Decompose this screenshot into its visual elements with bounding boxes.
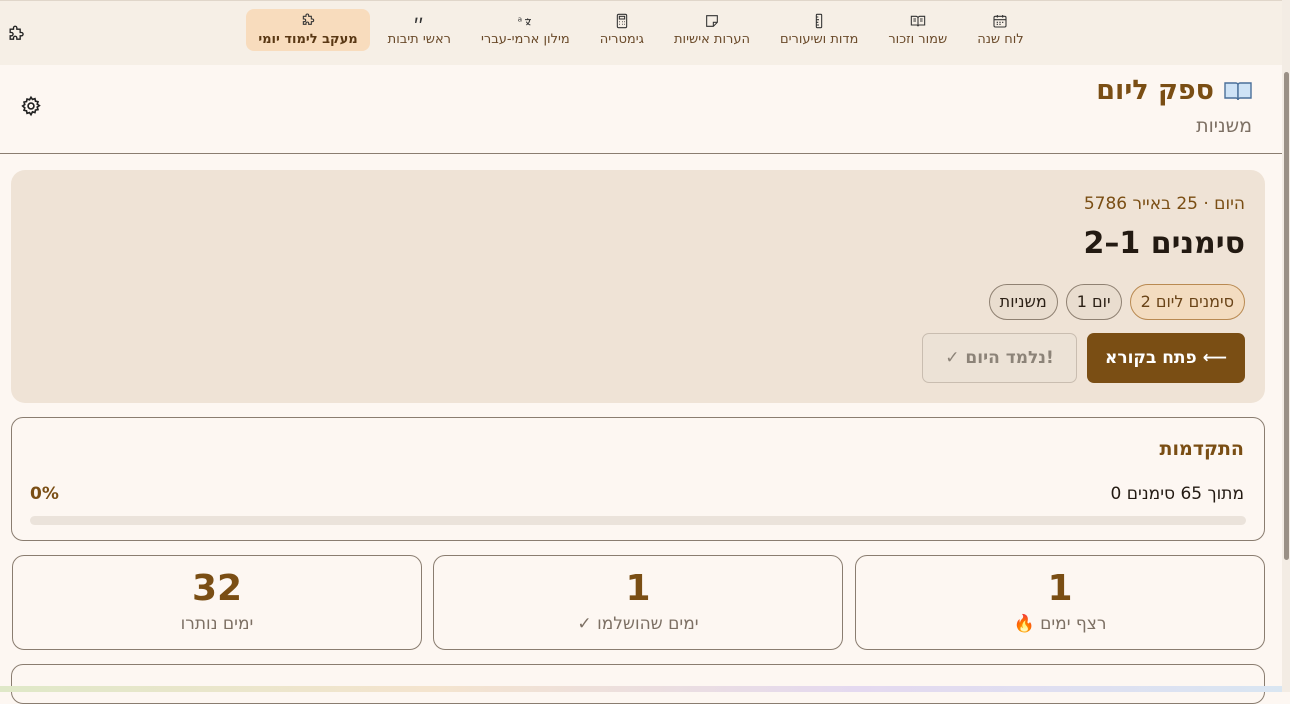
stat-days-remaining: 32 ימים נותרו <box>12 555 422 650</box>
scrollbar-thumb[interactable] <box>1284 72 1289 560</box>
progress-bar <box>30 516 1246 525</box>
translate-icon: a <box>517 13 533 29</box>
open-book-icon <box>1224 81 1252 100</box>
tab-label: גימטריה <box>599 32 644 47</box>
stat-value: 1 <box>1047 568 1073 609</box>
stat-label: 🔥 רצף ימים <box>1013 614 1107 634</box>
tab-shamor-vezachor[interactable]: שמור וזכור <box>876 9 959 51</box>
tab-label: ראשי תיבות <box>387 32 452 47</box>
tab-calendar[interactable]: לוח שנה <box>965 9 1035 51</box>
tab-daily-study-tracker[interactable]: מעקב לימוד יומי <box>246 9 370 51</box>
calendar-icon <box>992 13 1008 29</box>
scrollbar[interactable] <box>1282 0 1290 692</box>
page-title: ספק ליום <box>1096 75 1252 106</box>
stat-label: ✓ ימים שהושלמו <box>577 614 699 634</box>
bottom-strip <box>0 686 1290 692</box>
badge-book: משניות <box>988 284 1058 320</box>
progress-percent: 0% <box>30 484 59 504</box>
stat-value: 32 <box>191 568 243 609</box>
today-badges: 2 סימנים ליום יום 1 משניות <box>988 284 1245 320</box>
note-icon <box>704 13 720 29</box>
puzzle-icon <box>300 13 316 29</box>
gear-icon[interactable] <box>20 95 42 117</box>
tab-abbreviations[interactable]: ראשי תיבות <box>376 9 463 51</box>
page-title-text: ספק ליום <box>1096 75 1214 106</box>
stat-completed-days: 1 ✓ ימים שהושלמו <box>433 555 843 650</box>
today-actions: פתח בקורא ⟵ ✓ נלמד היום! <box>922 333 1245 383</box>
stat-label: ימים נותרו <box>180 614 254 634</box>
stat-streak: 1 🔥 רצף ימים <box>855 555 1265 650</box>
today-range: סימנים 1–2 <box>1083 226 1245 261</box>
progress-title: התקדמות <box>1159 438 1244 460</box>
badge-day: יום 1 <box>1065 284 1122 320</box>
tab-label: מעקב לימוד יומי <box>258 32 358 47</box>
tab-measures[interactable]: מדות ושיעורים <box>768 9 870 51</box>
tab-label: הערות אישיות <box>673 32 750 47</box>
tab-label: לוח שנה <box>977 32 1024 47</box>
page-subtitle: משניות <box>1196 115 1252 137</box>
today-date: היום · 25 באייר 5786 <box>1083 194 1245 214</box>
svg-text:a: a <box>518 15 523 24</box>
tab-personal-notes[interactable]: הערות אישיות <box>662 9 762 51</box>
mark-learned-button[interactable]: ✓ נלמד היום! <box>922 333 1077 383</box>
nav-tabs: לוח שנה שמור וזכור מדות ושיעורים הערות א… <box>0 9 1282 51</box>
page-header: ספק ליום משניות <box>0 65 1282 154</box>
next-card <box>11 664 1265 704</box>
tab-gematria[interactable]: גימטריה <box>588 9 656 51</box>
tab-label: מדות ושיעורים <box>779 32 859 47</box>
stat-value: 1 <box>625 568 651 609</box>
ruler-icon <box>811 13 827 29</box>
today-card: היום · 25 באייר 5786 סימנים 1–2 2 סימנים… <box>11 170 1265 403</box>
calculator-icon <box>614 13 630 29</box>
badge-per-day: 2 סימנים ליום <box>1129 284 1245 320</box>
tab-dictionary[interactable]: a מילון ארמי-עברי <box>469 9 582 51</box>
open-in-reader-button[interactable]: פתח בקורא ⟵ <box>1087 333 1245 383</box>
open-book-icon <box>910 13 926 29</box>
top-navigation-bar: לוח שנה שמור וזכור מדות ושיעורים הערות א… <box>0 0 1282 66</box>
progress-count: 0 מתוך 65 סימנים <box>1110 484 1244 504</box>
quote-icon <box>411 13 427 29</box>
tab-label: מילון ארמי-עברי <box>481 32 570 47</box>
progress-card: התקדמות 0 מתוך 65 סימנים 0% <box>11 417 1265 541</box>
tab-label: שמור וזכור <box>888 32 948 47</box>
